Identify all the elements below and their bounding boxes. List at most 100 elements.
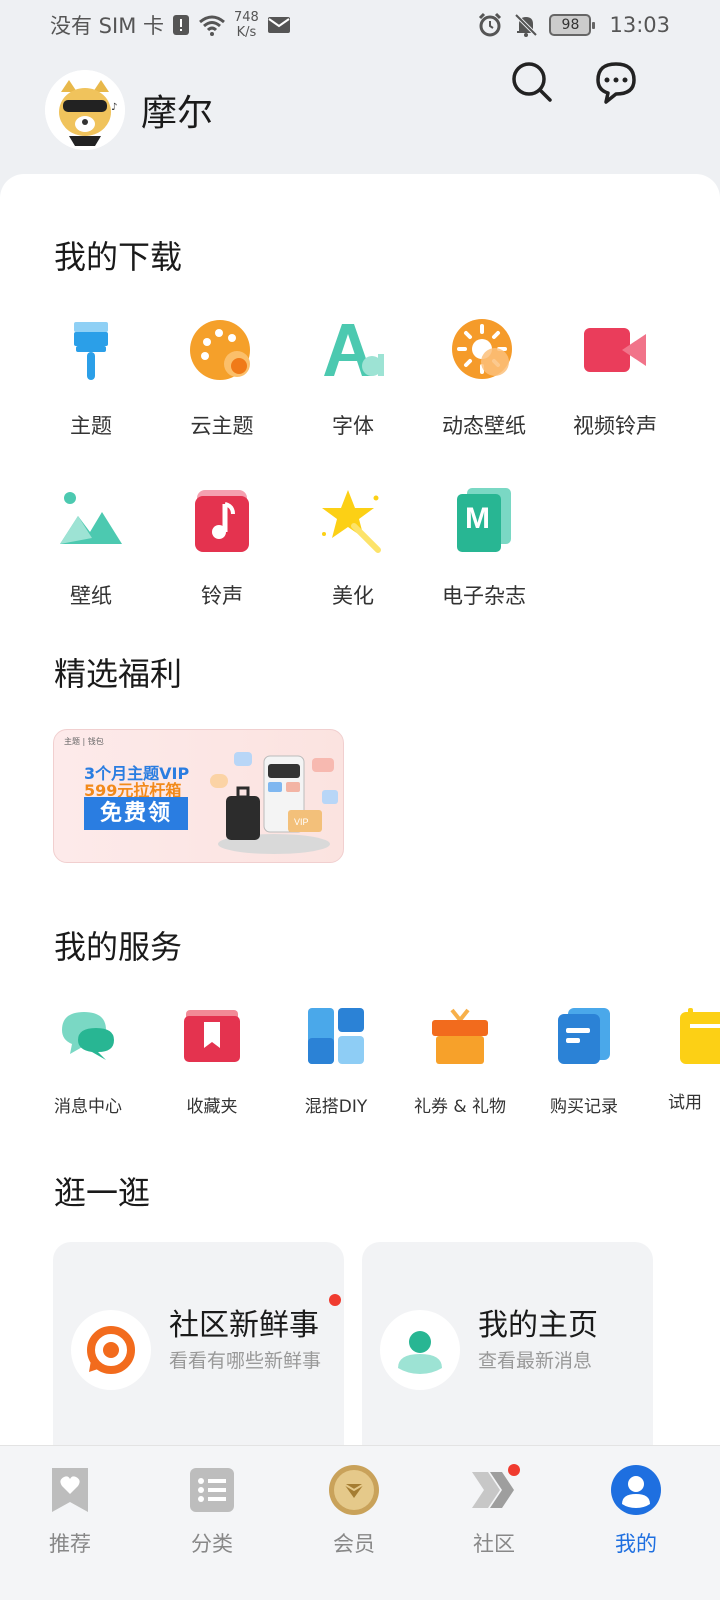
- my-homepage-icon-wrap: [380, 1310, 460, 1390]
- download-label: 视频铃声: [573, 414, 657, 438]
- diy-icon: [308, 1008, 364, 1064]
- community-news-icon-wrap: [71, 1310, 151, 1390]
- nav-community[interactable]: 社区: [444, 1464, 544, 1558]
- font-icon: [324, 324, 384, 376]
- alarm-icon: [479, 12, 502, 37]
- downloads-title: 我的下载: [54, 238, 183, 276]
- notification-dot: [329, 1294, 341, 1306]
- suitcase-phone-illustration: VIP: [210, 752, 338, 854]
- gift-icon: [432, 1008, 488, 1064]
- wallpaper-icon: [60, 492, 122, 544]
- service-item-diy[interactable]: 混搭DIY: [274, 1006, 398, 1117]
- community-news-icon: [87, 1326, 135, 1374]
- profile-header[interactable]: ♪ 摩尔: [45, 70, 213, 150]
- card-title: 社区新鲜事: [169, 1308, 319, 1343]
- battery-indicator: 98: [549, 14, 596, 36]
- carrier-text: 没有 SIM 卡: [50, 14, 164, 38]
- magazine-icon: M: [457, 488, 511, 552]
- nav-recommend[interactable]: 推荐: [20, 1464, 120, 1558]
- svg-text:VIP: VIP: [294, 817, 309, 827]
- svg-text:M: M: [465, 502, 490, 535]
- service-item-purchase-record[interactable]: 购买记录: [522, 1006, 646, 1117]
- search-icon[interactable]: [508, 58, 556, 106]
- message-bubble-icon[interactable]: [592, 58, 640, 106]
- cloud-theme-icon: [190, 320, 250, 380]
- card-title: 我的主页: [478, 1308, 598, 1343]
- service-item-gift[interactable]: 礼券 & 礼物: [398, 1006, 522, 1117]
- message-center-icon: [62, 1012, 114, 1060]
- download-label: 铃声: [201, 584, 243, 608]
- service-label: 购买记录: [550, 1097, 618, 1117]
- bottom-nav: 推荐 分类 会员 社区 我的: [0, 1445, 720, 1600]
- service-item-message-center[interactable]: 消息中心: [26, 1006, 150, 1117]
- download-label: 壁纸: [70, 584, 112, 608]
- person-icon: [398, 1331, 442, 1374]
- service-label: 消息中心: [54, 1097, 122, 1117]
- trial-icon: [680, 1008, 720, 1064]
- service-item-trial[interactable]: 试用: [642, 1006, 720, 1113]
- promo-banner[interactable]: 主题 | 钱包 3个月主题VIP 599元拉杆箱 免费领 VIP: [53, 729, 344, 863]
- service-item-favorites[interactable]: 收藏夹: [150, 1006, 274, 1117]
- paint-brush-icon: [74, 322, 108, 380]
- network-speed: 748 K/s: [234, 10, 259, 40]
- recommend-icon: [52, 1468, 88, 1512]
- favorites-icon: [184, 1010, 240, 1062]
- main-content: 我的下载 主题 云主题 字体 动态壁纸 视频铃声 壁纸 铃声 美化 M 电子杂志…: [0, 174, 720, 1482]
- svg-text:♪: ♪: [111, 102, 117, 113]
- download-item-magazine[interactable]: M 电子杂志: [419, 486, 549, 610]
- card-subtitle: 查看最新消息: [478, 1350, 593, 1372]
- service-label: 收藏夹: [186, 1097, 238, 1117]
- purchase-record-icon: [558, 1008, 610, 1064]
- member-icon: [329, 1465, 379, 1515]
- speed-value: 748: [234, 10, 259, 25]
- download-label: 字体: [332, 414, 374, 438]
- clock: 13:03: [609, 13, 670, 37]
- speed-unit: K/s: [236, 25, 257, 40]
- nav-label: 社区: [473, 1532, 515, 1556]
- profile-icon: [611, 1465, 661, 1515]
- nav-category[interactable]: 分类: [162, 1464, 262, 1558]
- services-title: 我的服务: [54, 928, 183, 966]
- download-item-wallpaper[interactable]: 壁纸: [26, 486, 156, 610]
- download-label: 动态壁纸: [442, 414, 526, 438]
- download-item-font[interactable]: 字体: [288, 316, 418, 440]
- avatar[interactable]: ♪: [45, 70, 125, 150]
- service-label: 混搭DIY: [304, 1097, 368, 1117]
- username: 摩尔: [141, 93, 214, 134]
- beautify-star-icon: [322, 490, 381, 553]
- download-item-live-wallpaper[interactable]: 动态壁纸: [419, 316, 549, 440]
- explore-title: 逛一逛: [54, 1174, 151, 1212]
- mail-icon: [267, 17, 290, 33]
- video-ringtone-icon: [584, 328, 646, 372]
- card-subtitle: 看看有哪些新鲜事: [169, 1350, 322, 1372]
- sim-alert-icon: [173, 15, 189, 35]
- service-label: 试用: [668, 1093, 702, 1113]
- download-item-video-ringtone[interactable]: 视频铃声: [550, 316, 680, 440]
- wifi-icon: [199, 15, 225, 36]
- download-item-theme[interactable]: 主题: [26, 316, 156, 440]
- status-bar: 没有 SIM 卡 748 K/s 98 13:03: [0, 0, 720, 50]
- live-wallpaper-icon: [452, 319, 512, 379]
- nav-label: 推荐: [49, 1532, 91, 1556]
- nav-label: 我的: [615, 1532, 657, 1556]
- mute-bell-icon: [515, 13, 538, 37]
- category-icon: [190, 1468, 234, 1512]
- ringtone-icon: [195, 490, 249, 552]
- banner-top-text: 主题 | 钱包: [64, 737, 104, 746]
- download-item-beautify[interactable]: 美化: [288, 486, 418, 610]
- nav-profile[interactable]: 我的: [586, 1464, 686, 1558]
- nav-member[interactable]: 会员: [304, 1464, 404, 1558]
- download-item-ringtone[interactable]: 铃声: [157, 486, 287, 610]
- download-label: 主题: [70, 414, 112, 438]
- download-label: 电子杂志: [442, 584, 526, 608]
- nav-label: 会员: [333, 1532, 375, 1556]
- banner-claim-button[interactable]: 免费领: [84, 797, 188, 830]
- download-item-cloud-theme[interactable]: 云主题: [157, 316, 287, 440]
- service-label: 礼券 & 礼物: [413, 1097, 507, 1117]
- avatar-cat-icon: ♪: [45, 70, 125, 150]
- download-label: 云主题: [190, 414, 254, 438]
- nav-label: 分类: [191, 1532, 233, 1556]
- notification-dot: [508, 1464, 520, 1476]
- download-label: 美化: [332, 584, 374, 608]
- benefits-title: 精选福利: [54, 655, 183, 693]
